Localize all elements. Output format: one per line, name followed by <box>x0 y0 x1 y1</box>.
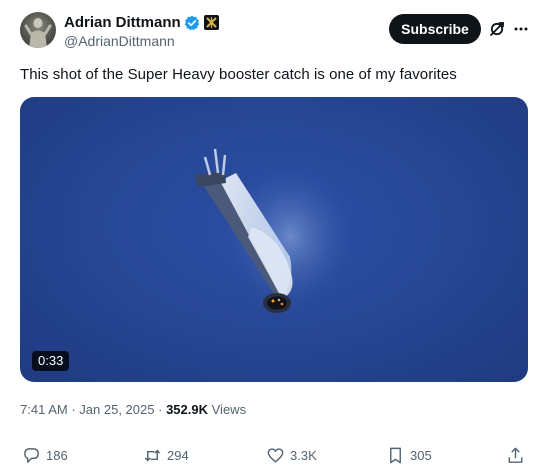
booster-video-frame <box>195 148 360 317</box>
tweet-header: Adrian Dittmann @AdrianDittmann Subscrib… <box>20 12 530 52</box>
views-label: Views <box>211 402 247 417</box>
like-icon <box>267 447 284 462</box>
video-player[interactable]: 0:33 <box>20 97 528 382</box>
share-button[interactable] <box>506 444 530 466</box>
like-button[interactable]: 3.3K <box>266 444 317 466</box>
share-icon <box>508 447 523 463</box>
handle[interactable]: @AdrianDittmann <box>64 33 175 49</box>
bookmark-count: 305 <box>410 447 432 463</box>
meta-separator: · <box>158 402 163 417</box>
affiliate-badge-icon[interactable] <box>203 15 219 30</box>
views-count: 352.9K <box>166 402 208 417</box>
tweet-date[interactable]: Jan 25, 2025 <box>79 402 154 417</box>
reply-button[interactable]: 186 <box>22 444 68 466</box>
repost-count: 294 <box>167 447 189 463</box>
reply-count: 186 <box>46 447 68 463</box>
action-bar: 186 294 3.3K 305 <box>20 444 530 466</box>
repost-button[interactable]: 294 <box>143 444 189 466</box>
display-name[interactable]: Adrian Dittmann <box>64 14 181 31</box>
repost-icon <box>144 449 161 461</box>
tweet-meta: 7:41 AM · Jan 25, 2025 · 352.9K Views <box>20 402 246 417</box>
reply-icon <box>24 447 39 463</box>
name-row: Adrian Dittmann <box>64 14 219 31</box>
bookmark-icon <box>390 447 401 463</box>
like-count: 3.3K <box>290 447 317 463</box>
grok-icon[interactable] <box>488 20 506 38</box>
tweet-text: This shot of the Super Heavy booster cat… <box>20 66 457 83</box>
avatar[interactable] <box>20 12 56 48</box>
more-icon[interactable] <box>512 20 530 38</box>
verified-badge-icon[interactable] <box>184 15 200 31</box>
video-duration: 0:33 <box>32 351 70 371</box>
subscribe-button[interactable]: Subscribe <box>389 14 481 44</box>
bookmark-button[interactable]: 305 <box>386 444 432 466</box>
meta-separator: · <box>71 402 76 417</box>
tweet-time[interactable]: 7:41 AM <box>20 402 68 417</box>
